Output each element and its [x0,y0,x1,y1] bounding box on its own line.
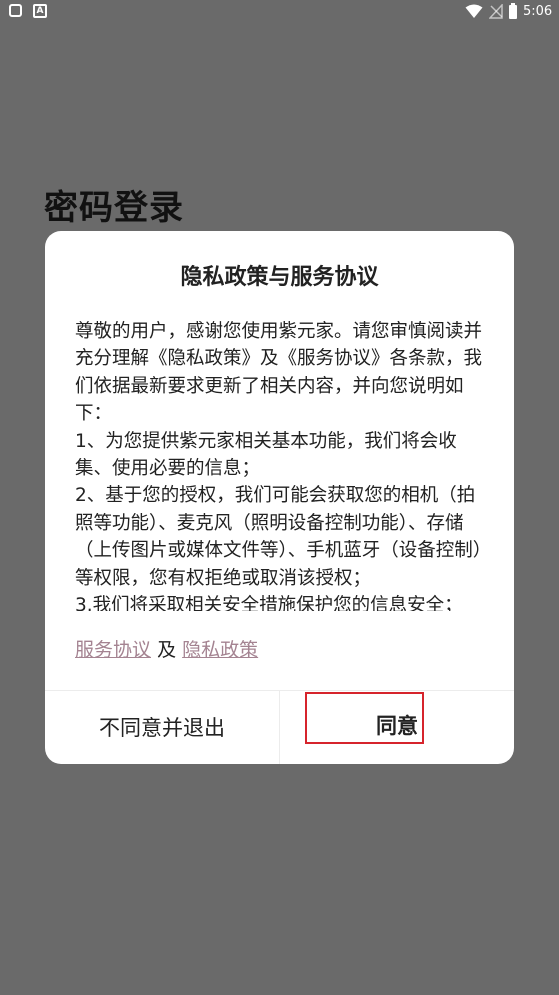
status-bar: A 5:06 [0,0,559,26]
dialog-paragraph: 2、基于您的授权，我们可能会获取您的相机（拍照等功能）、麦克风（照明设备控制功能… [75,485,483,589]
page-title: 密码登录 [44,188,184,228]
privacy-policy-link[interactable]: 隐私政策 [182,639,258,661]
battery-icon [509,3,517,19]
policy-links: 服务协议 及 隐私政策 [75,636,258,664]
links-joiner: 及 [157,639,177,661]
dialog-body-scroll[interactable]: 尊敬的用户，感谢您使用紫元家。请您审慎阅读并充分理解《隐私政策》及《服务协议》各… [75,318,485,611]
status-time: 5:06 [523,4,553,19]
no-signal-icon [489,4,503,19]
dialog-paragraph: 1、为您提供紫元家相关基本功能，我们将会收集、使用必要的信息； [75,430,457,480]
a-badge-icon: A [33,4,47,18]
dialog-title: 隐私政策与服务协议 [180,265,379,290]
dialog-paragraph: 尊敬的用户，感谢您使用紫元家。请您审慎阅读并充分理解《隐私政策》及《服务协议》各… [75,321,483,425]
agree-button[interactable]: 同意 [305,692,424,744]
disagree-exit-button[interactable]: 不同意并退出 [45,691,279,764]
dialog-paragraph: 3.我们将采取相关安全措施保护您的信息安全； [75,595,463,611]
square-notification-icon [9,4,22,17]
privacy-dialog: 隐私政策与服务协议 尊敬的用户，感谢您使用紫元家。请您审慎阅读并充分理解《隐私政… [45,231,514,764]
wifi-icon [465,4,483,18]
service-agreement-link[interactable]: 服务协议 [75,639,151,661]
button-divider-vertical [279,691,280,764]
